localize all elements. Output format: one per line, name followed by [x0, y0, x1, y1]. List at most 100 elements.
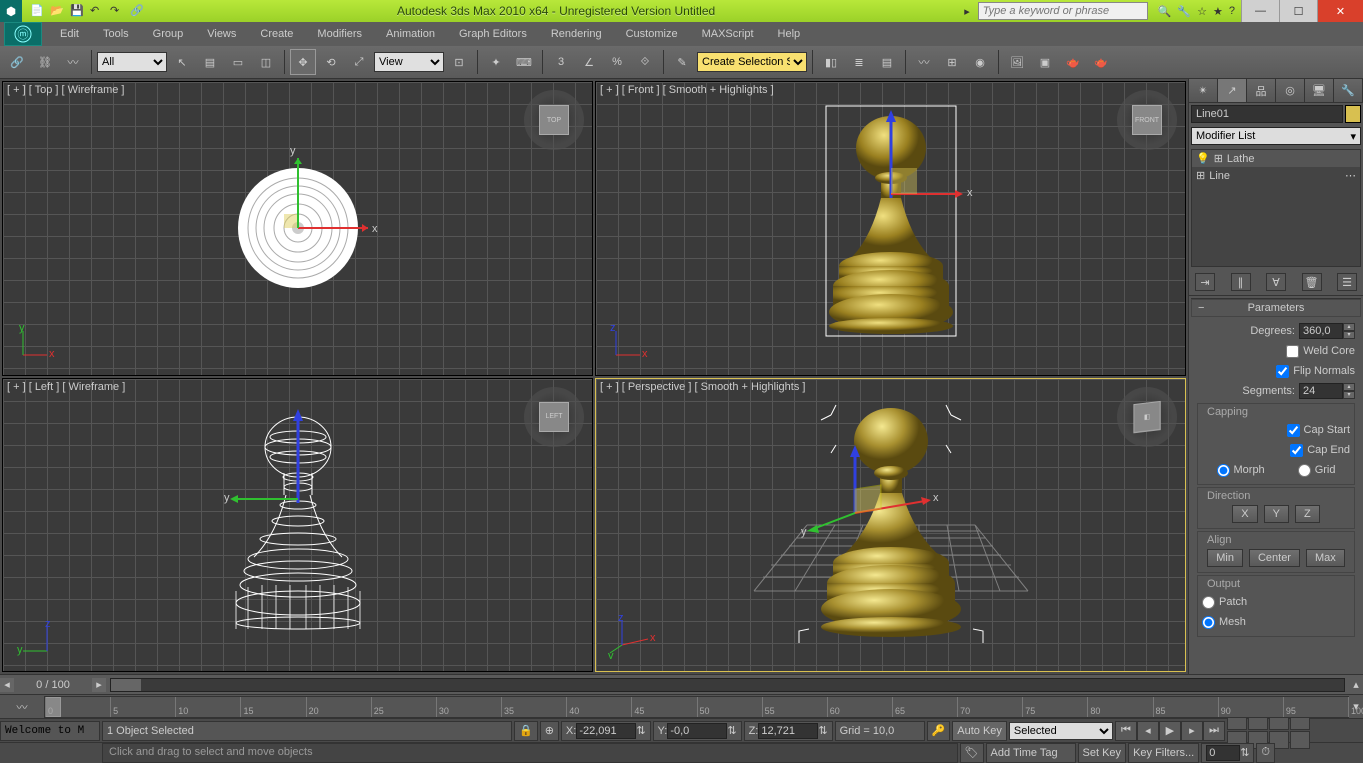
- percent-snap-icon[interactable]: %: [604, 49, 630, 75]
- minimize-button[interactable]: —: [1241, 0, 1279, 22]
- time-slider[interactable]: [110, 678, 1345, 692]
- coord-z-input[interactable]: [758, 723, 818, 739]
- app-logo-icon[interactable]: ⬢: [0, 0, 22, 22]
- menu-rendering[interactable]: Rendering: [539, 24, 614, 44]
- show-end-icon[interactable]: ∥: [1231, 273, 1251, 291]
- star-icon[interactable]: ☆: [1197, 5, 1207, 18]
- mesh-radio[interactable]: [1202, 616, 1215, 629]
- align-center-button[interactable]: Center: [1249, 549, 1300, 567]
- patch-radio[interactable]: [1202, 596, 1215, 609]
- remove-mod-icon[interactable]: 🗑: [1302, 273, 1322, 291]
- menu-maxscript[interactable]: MAXScript: [690, 24, 766, 44]
- tab-hierarchy-icon[interactable]: 品: [1247, 79, 1276, 102]
- select-link-icon[interactable]: 🔗: [4, 49, 30, 75]
- link-icon[interactable]: 🔗: [130, 4, 144, 18]
- new-icon[interactable]: 📄: [30, 4, 44, 18]
- grid-radio[interactable]: [1298, 464, 1311, 477]
- spinner-snap-icon[interactable]: ⟐: [632, 49, 658, 75]
- schematic-icon[interactable]: ⊞: [939, 49, 965, 75]
- undo-icon[interactable]: ↶: [90, 4, 104, 18]
- menu-customize[interactable]: Customize: [614, 24, 690, 44]
- viewport-front[interactable]: [ + ] [ Front ] [ Smooth + Highlights ] …: [595, 81, 1186, 376]
- weld-core-checkbox[interactable]: [1286, 345, 1299, 358]
- spinner-icon[interactable]: ▴▾: [1343, 323, 1355, 339]
- dir-y-button[interactable]: Y: [1264, 505, 1289, 523]
- dir-x-button[interactable]: X: [1232, 505, 1257, 523]
- menu-views[interactable]: Views: [195, 24, 248, 44]
- maximize-viewport-icon[interactable]: [1290, 731, 1310, 749]
- configure-icon[interactable]: ☰: [1337, 273, 1357, 291]
- spinner-icon[interactable]: ▴▾: [1343, 383, 1355, 399]
- object-name-input[interactable]: [1191, 105, 1343, 123]
- render-icon[interactable]: 🫖: [1060, 49, 1086, 75]
- select-window-icon[interactable]: ◫: [253, 49, 279, 75]
- redo-icon[interactable]: ↷: [110, 4, 124, 18]
- tab-utilities-icon[interactable]: 🔧: [1334, 79, 1363, 102]
- scale-icon[interactable]: ⤢: [346, 49, 372, 75]
- open-icon[interactable]: 📂: [50, 4, 64, 18]
- time-ruler[interactable]: 0510152025303540455055606570758085909510…: [44, 696, 1349, 718]
- panel-scroll-up-icon[interactable]: ▴: [1349, 678, 1363, 691]
- keyfilters-button[interactable]: Key Filters...: [1128, 743, 1199, 763]
- tab-display-icon[interactable]: 🖥: [1305, 79, 1334, 102]
- current-frame-input[interactable]: [1206, 745, 1240, 761]
- menu-graph-editors[interactable]: Graph Editors: [447, 24, 539, 44]
- align-max-button[interactable]: Max: [1306, 549, 1345, 567]
- snap-icon[interactable]: 3: [548, 49, 574, 75]
- segments-input[interactable]: [1299, 383, 1343, 399]
- goto-end-icon[interactable]: ⏭: [1203, 721, 1225, 741]
- cap-start-checkbox[interactable]: [1287, 424, 1300, 437]
- edit-named-icon[interactable]: ✎: [669, 49, 695, 75]
- close-button[interactable]: ✕: [1317, 0, 1363, 22]
- stack-item-line[interactable]: ⊞Line⋯: [1192, 167, 1360, 184]
- scroll-left-icon[interactable]: ◂: [0, 678, 14, 692]
- spinner-icon[interactable]: ⇅: [636, 724, 645, 737]
- align-icon[interactable]: ≣: [846, 49, 872, 75]
- coord-x-input[interactable]: [576, 723, 636, 739]
- mirror-icon[interactable]: ▮▯: [818, 49, 844, 75]
- coord-y-input[interactable]: [667, 723, 727, 739]
- menu-group[interactable]: Group: [141, 24, 196, 44]
- move-icon[interactable]: ✥: [290, 49, 316, 75]
- prev-frame-icon[interactable]: ◂: [1137, 721, 1159, 741]
- modifier-stack[interactable]: 💡⊞Lathe ⊞Line⋯: [1191, 149, 1361, 267]
- binoculars-icon[interactable]: 🔍: [1158, 5, 1172, 18]
- align-min-button[interactable]: Min: [1207, 549, 1243, 567]
- viewport-left[interactable]: [ + ] [ Left ] [ Wireframe ] LEFT: [2, 378, 593, 673]
- named-selection-dropdown[interactable]: Create Selection Se: [697, 52, 807, 72]
- select-rect-icon[interactable]: ▭: [225, 49, 251, 75]
- pivot-icon[interactable]: ⊡: [446, 49, 472, 75]
- keymode-dropdown[interactable]: Selected: [1009, 722, 1113, 740]
- viewport-top[interactable]: [ + ] [ Top ] [ Wireframe ] TOP xy xy: [2, 81, 593, 376]
- play-icon[interactable]: ▶: [1159, 721, 1181, 741]
- scroll-right-icon[interactable]: ▸: [92, 678, 106, 692]
- cap-end-checkbox[interactable]: [1290, 444, 1303, 457]
- bind-icon[interactable]: 〰: [60, 49, 86, 75]
- save-icon[interactable]: 💾: [70, 4, 84, 18]
- morph-radio[interactable]: [1217, 464, 1230, 477]
- coord-mode-icon[interactable]: ⊕: [540, 721, 559, 741]
- rollout-header[interactable]: −Parameters: [1191, 299, 1361, 317]
- menu-modifiers[interactable]: Modifiers: [305, 24, 374, 44]
- selection-filter-dropdown[interactable]: All: [97, 52, 167, 72]
- spinner-icon[interactable]: ⇅: [818, 724, 827, 737]
- lock-icon[interactable]: 🔒: [514, 721, 538, 741]
- mini-curve-icon[interactable]: 〰: [17, 699, 28, 715]
- object-color-swatch[interactable]: [1345, 105, 1361, 123]
- spinner-icon[interactable]: ⇅: [1240, 746, 1249, 759]
- curve-editor-icon[interactable]: 〰: [911, 49, 937, 75]
- quick-render-icon[interactable]: 🫖: [1088, 49, 1114, 75]
- flip-normals-checkbox[interactable]: [1276, 365, 1289, 378]
- viewport-perspective[interactable]: [ + ] [ Perspective ] [ Smooth + Highlig…: [595, 378, 1186, 673]
- menu-tools[interactable]: Tools: [91, 24, 141, 44]
- tab-modify-icon[interactable]: ↗: [1218, 79, 1247, 102]
- rotate-icon[interactable]: ⟲: [318, 49, 344, 75]
- help-icon[interactable]: ?: [1229, 5, 1235, 18]
- maximize-button[interactable]: ☐: [1279, 0, 1317, 22]
- menu-edit[interactable]: Edit: [48, 24, 91, 44]
- select-name-icon[interactable]: ▤: [197, 49, 223, 75]
- favorite-icon[interactable]: ★: [1213, 5, 1223, 18]
- help-search[interactable]: [978, 2, 1148, 20]
- degrees-input[interactable]: [1299, 323, 1343, 339]
- application-menu-icon[interactable]: ⓜ: [4, 22, 42, 46]
